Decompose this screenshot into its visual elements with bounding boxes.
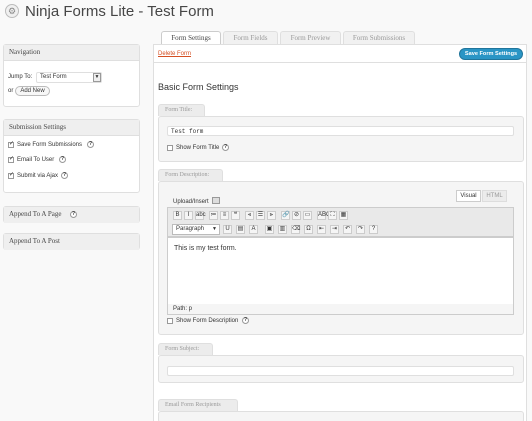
paste-word-icon[interactable]: ▥ bbox=[278, 225, 287, 234]
special-char-icon[interactable]: Ω bbox=[304, 225, 313, 234]
fullscreen-icon[interactable]: ⛶ bbox=[328, 211, 337, 220]
append-to-post-title: Append To A Post bbox=[4, 234, 139, 250]
form-description-tab: Form Description: bbox=[158, 169, 223, 181]
help-icon[interactable]: ? bbox=[369, 225, 378, 234]
numbered-list-icon[interactable]: ≡ bbox=[220, 211, 229, 220]
link-icon[interactable]: 🔗 bbox=[281, 211, 290, 220]
form-subject-input[interactable] bbox=[167, 366, 514, 376]
upload-insert-label: Upload/Insert bbox=[173, 199, 209, 205]
paste-text-icon[interactable]: ▣ bbox=[265, 225, 274, 234]
align-right-icon[interactable]: ⫸ bbox=[267, 211, 276, 220]
show-form-description-label: Show Form Description bbox=[176, 318, 239, 324]
submit-via-ajax-checkbox[interactable] bbox=[8, 171, 14, 179]
add-new-button[interactable]: Add New bbox=[15, 86, 50, 96]
show-form-description-checkbox[interactable] bbox=[167, 318, 173, 324]
submission-settings-title: Submission Settings bbox=[4, 120, 139, 136]
help-icon[interactable]: ? bbox=[222, 144, 229, 151]
form-title-input[interactable]: Test form bbox=[167, 126, 514, 136]
navigation-panel-title: Navigation bbox=[4, 45, 139, 61]
help-icon[interactable]: ? bbox=[242, 317, 249, 324]
media-icon[interactable] bbox=[212, 197, 220, 204]
chevron-down-icon[interactable]: ▼ bbox=[93, 73, 101, 82]
form-title-box bbox=[158, 116, 524, 162]
format-value: Paragraph bbox=[176, 226, 205, 232]
editor-text: This is my test form. bbox=[174, 245, 237, 252]
append-to-post-panel[interactable]: Append To A Post bbox=[3, 233, 140, 250]
spellcheck-icon[interactable]: ABC bbox=[317, 211, 330, 220]
show-form-title-checkbox[interactable] bbox=[167, 145, 173, 151]
save-form-settings-button[interactable]: Save Form Settings bbox=[459, 48, 523, 60]
form-title-tab: Form Title: bbox=[158, 104, 205, 116]
section-heading: Basic Form Settings bbox=[158, 82, 239, 92]
blockquote-icon[interactable]: ❝ bbox=[231, 211, 240, 220]
submission-settings-panel: Submission Settings bbox=[3, 119, 140, 193]
email-to-user-label: Email To User bbox=[17, 157, 55, 163]
email-recipients-tab: Email Form Recipients bbox=[158, 399, 238, 411]
undo-icon[interactable]: ↶ bbox=[343, 225, 352, 234]
path-label: Path: p bbox=[173, 306, 193, 312]
help-icon[interactable]: ? bbox=[59, 156, 66, 163]
format-select[interactable]: Paragraph ▼ bbox=[172, 224, 220, 235]
visual-tab[interactable]: Visual bbox=[456, 190, 481, 202]
outdent-icon[interactable]: ⇤ bbox=[317, 225, 326, 234]
help-icon[interactable]: ? bbox=[87, 141, 94, 148]
tab-form-settings[interactable]: Form Settings bbox=[161, 31, 221, 45]
chevron-down-icon: ▼ bbox=[212, 226, 217, 232]
unlink-icon[interactable]: ⊘ bbox=[292, 211, 301, 220]
email-to-user-checkbox[interactable] bbox=[8, 155, 14, 163]
save-submissions-label: Save Form Submissions bbox=[17, 142, 83, 148]
justify-icon[interactable]: ▤ bbox=[236, 225, 245, 234]
bold-icon[interactable]: B bbox=[173, 211, 182, 220]
strikethrough-icon[interactable]: abc bbox=[195, 211, 206, 220]
align-left-icon[interactable]: ⫷ bbox=[245, 211, 254, 220]
submit-via-ajax-label: Submit via Ajax bbox=[17, 173, 59, 179]
kitchen-sink-icon[interactable]: ▦ bbox=[339, 211, 348, 220]
italic-icon[interactable]: I bbox=[184, 211, 193, 220]
jump-to-label: Jump To: bbox=[8, 74, 33, 80]
page-title: Ninja Forms Lite - Test Form bbox=[25, 3, 214, 20]
bullet-list-icon[interactable]: ≔ bbox=[209, 211, 218, 220]
tab-form-fields[interactable]: Form Fields bbox=[223, 31, 278, 44]
help-icon[interactable]: ? bbox=[70, 211, 77, 218]
redo-icon[interactable]: ↷ bbox=[356, 225, 365, 234]
or-label: or bbox=[8, 88, 14, 94]
form-subject-tab: Form Subject: bbox=[158, 343, 213, 355]
delete-form-link[interactable]: Delete Form bbox=[158, 51, 191, 57]
underline-icon[interactable]: U bbox=[223, 225, 232, 234]
ninja-forms-icon: ⚙ bbox=[5, 4, 19, 18]
html-tab[interactable]: HTML bbox=[482, 190, 507, 202]
editor-path-bar: Path: p bbox=[167, 304, 514, 315]
help-icon[interactable]: ? bbox=[61, 172, 68, 179]
remove-format-icon[interactable]: ⌫ bbox=[291, 225, 300, 234]
align-center-icon[interactable]: ☰ bbox=[256, 211, 265, 220]
more-tag-icon[interactable]: ▭ bbox=[303, 211, 312, 220]
jump-to-value: Test Form bbox=[40, 74, 67, 80]
text-color-icon[interactable]: A bbox=[249, 225, 258, 234]
email-recipients-box bbox=[158, 411, 524, 421]
save-submissions-checkbox[interactable] bbox=[8, 140, 14, 148]
tab-form-preview[interactable]: Form Preview bbox=[280, 31, 341, 44]
tab-form-submissions[interactable]: Form Submissions bbox=[343, 31, 415, 44]
show-form-title-label: Show Form Title bbox=[176, 145, 220, 151]
indent-icon[interactable]: ⇥ bbox=[330, 225, 339, 234]
